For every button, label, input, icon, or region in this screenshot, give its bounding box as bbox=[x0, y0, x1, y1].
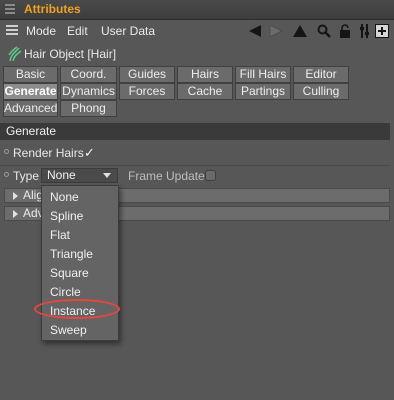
tab-advanced[interactable]: Advanced bbox=[3, 100, 58, 117]
tab-cache[interactable]: Cache bbox=[177, 83, 233, 100]
instance-highlight-ring bbox=[34, 299, 120, 319]
render-hairs-label: Render Hairs bbox=[13, 146, 84, 160]
option-flat[interactable]: Flat bbox=[50, 228, 70, 242]
tab-culling[interactable]: Culling bbox=[293, 83, 349, 100]
tab-dynamics[interactable]: Dynamics bbox=[60, 83, 117, 100]
chevron-down-icon bbox=[103, 173, 111, 178]
option-sweep[interactable]: Sweep bbox=[50, 323, 87, 337]
keyframe-bullet-icon[interactable] bbox=[4, 172, 9, 177]
object-header: Hair Object [Hair] bbox=[0, 44, 394, 64]
render-hairs-row: Render Hairs ✓ bbox=[0, 143, 394, 163]
frame-update-checkbox[interactable] bbox=[205, 170, 216, 181]
keyframe-bullet-icon[interactable] bbox=[4, 149, 9, 154]
menu-edit[interactable]: Edit bbox=[67, 24, 88, 38]
menu-mode[interactable]: Mode bbox=[26, 24, 56, 38]
tab-basic[interactable]: Basic bbox=[3, 66, 58, 83]
arrow-up-icon[interactable] bbox=[292, 23, 308, 39]
option-circle[interactable]: Circle bbox=[50, 285, 81, 299]
section-header-generate: Generate bbox=[0, 123, 390, 140]
tab-fill-hairs[interactable]: Fill Hairs bbox=[235, 66, 291, 83]
type-select-value: None bbox=[47, 168, 76, 182]
object-name: Hair Object [Hair] bbox=[24, 47, 117, 61]
arrow-right-icon[interactable] bbox=[268, 23, 284, 39]
hamburger-icon[interactable] bbox=[6, 25, 18, 37]
tab-editor[interactable]: Editor bbox=[293, 66, 349, 83]
tab-coord[interactable]: Coord. bbox=[60, 66, 117, 83]
option-triangle[interactable]: Triangle bbox=[50, 247, 93, 261]
menu-user-data[interactable]: User Data bbox=[101, 24, 155, 38]
settings-icon[interactable] bbox=[357, 23, 373, 39]
tab-guides[interactable]: Guides bbox=[119, 66, 175, 83]
tab-partings[interactable]: Partings bbox=[235, 83, 291, 100]
lock-icon[interactable] bbox=[337, 23, 353, 39]
expand-triangle-icon bbox=[13, 192, 18, 200]
type-label: Type bbox=[13, 169, 40, 183]
option-spline[interactable]: Spline bbox=[50, 209, 83, 223]
option-none[interactable]: None bbox=[50, 190, 79, 204]
expand-triangle-icon bbox=[13, 210, 18, 218]
new-panel-icon[interactable] bbox=[374, 23, 390, 39]
tab-hairs[interactable]: Hairs bbox=[177, 66, 233, 83]
arrow-left-icon[interactable] bbox=[247, 23, 263, 39]
group-align-label: Alig bbox=[23, 188, 44, 202]
render-hairs-checkbox[interactable]: ✓ bbox=[84, 145, 95, 161]
tab-phong[interactable]: Phong bbox=[60, 100, 117, 117]
grip-icon[interactable] bbox=[5, 4, 15, 14]
attributes-panel: Attributes Mode Edit User Data Hair Obje… bbox=[0, 0, 394, 400]
search-icon[interactable] bbox=[316, 23, 332, 39]
tab-forces[interactable]: Forces bbox=[119, 83, 175, 100]
tab-generate[interactable]: Generate bbox=[3, 83, 58, 100]
title-bar: Attributes bbox=[0, 0, 394, 20]
hair-object-icon bbox=[8, 46, 22, 62]
type-select[interactable]: None bbox=[41, 168, 118, 183]
option-square[interactable]: Square bbox=[50, 266, 89, 280]
menu-bar: Mode Edit User Data bbox=[0, 20, 394, 42]
frame-update-label: Frame Update bbox=[128, 169, 205, 183]
window-title: Attributes bbox=[24, 2, 81, 16]
